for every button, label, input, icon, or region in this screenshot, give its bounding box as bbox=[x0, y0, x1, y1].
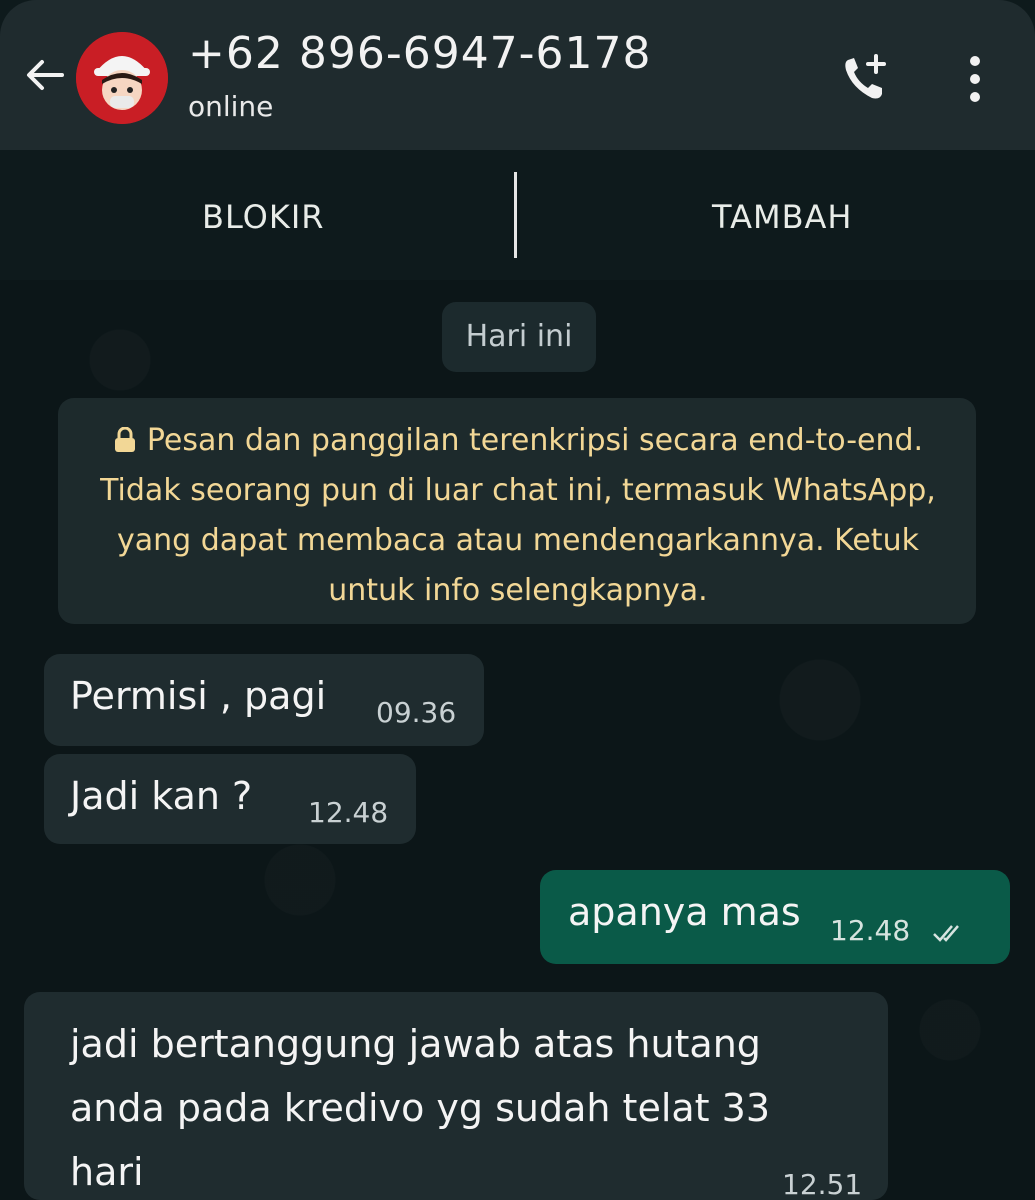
encryption-notice-label: Pesan dan panggilan terenkripsi secara e… bbox=[100, 423, 936, 608]
contact-status: online bbox=[188, 90, 274, 123]
chat-area[interactable]: Hari ini Pesan dan panggilan terenkripsi… bbox=[0, 280, 1035, 1200]
message-text: Jadi kan ? bbox=[70, 774, 253, 818]
message-text: apanya mas bbox=[568, 890, 801, 934]
date-chip: Hari ini bbox=[442, 302, 596, 372]
message-bubble[interactable]: Permisi , pagi 09.36 bbox=[44, 654, 484, 746]
lock-icon bbox=[114, 427, 135, 452]
message-time: 09.36 bbox=[376, 696, 457, 729]
add-call-icon[interactable] bbox=[838, 52, 892, 106]
whatsapp-chat-screen: +62 896-6947-6178 online BLOKIR TAMBAH H… bbox=[0, 0, 1035, 1200]
back-arrow-icon[interactable] bbox=[22, 52, 68, 98]
block-add-bar: BLOKIR TAMBAH bbox=[0, 150, 1035, 280]
message-text: Permisi , pagi bbox=[70, 674, 327, 718]
message-time: 12.51 bbox=[782, 1168, 863, 1200]
add-contact-button[interactable]: TAMBAH bbox=[712, 198, 852, 236]
message-time: 12.48 bbox=[308, 796, 389, 829]
message-text: jadi bertanggung jawab atas hutang anda … bbox=[70, 1022, 771, 1194]
encryption-notice-text: Pesan dan panggilan terenkripsi secara e… bbox=[98, 416, 938, 616]
more-vert-icon[interactable] bbox=[960, 52, 990, 106]
encryption-notice[interactable]: Pesan dan panggilan terenkripsi secara e… bbox=[58, 398, 976, 624]
avatar[interactable] bbox=[76, 32, 168, 124]
message-bubble[interactable]: jadi bertanggung jawab atas hutang anda … bbox=[24, 992, 888, 1200]
block-button[interactable]: BLOKIR bbox=[202, 198, 324, 236]
message-time: 12.48 bbox=[830, 914, 911, 947]
read-receipt-icon bbox=[933, 925, 959, 942]
message-bubble-outgoing[interactable]: apanya mas 12.48 bbox=[540, 870, 1010, 964]
message-bubble[interactable]: Jadi kan ? 12.48 bbox=[44, 754, 416, 844]
divider bbox=[514, 172, 517, 258]
chat-header: +62 896-6947-6178 online bbox=[0, 0, 1035, 150]
contact-name[interactable]: +62 896-6947-6178 bbox=[188, 28, 652, 79]
